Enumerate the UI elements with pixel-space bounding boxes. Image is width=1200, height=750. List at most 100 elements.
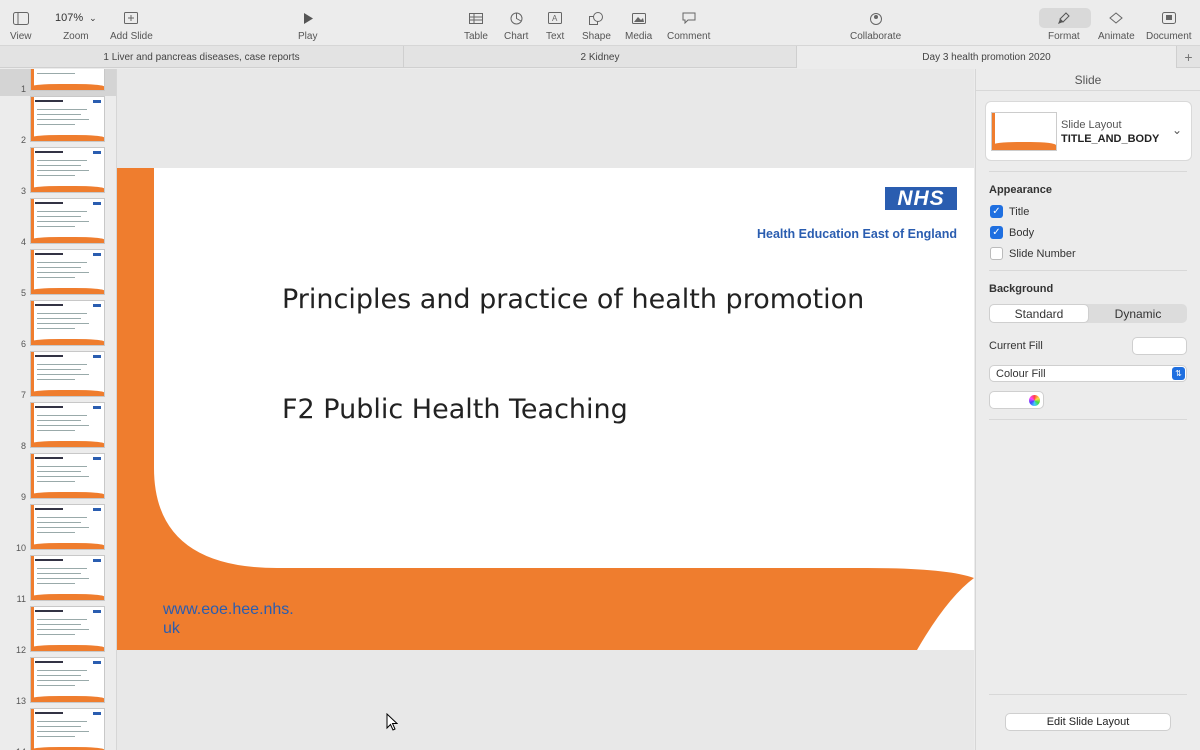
slide-number: 8 [20,441,26,451]
title-checkbox[interactable]: ✓ Title [990,205,1029,218]
chart-button[interactable]: Chart [504,8,528,42]
slide-thumbnail[interactable] [30,69,105,91]
slide-thumbnail-row[interactable]: 2 [0,96,116,147]
chevron-down-icon: ⌄ [89,12,97,23]
color-well[interactable] [989,391,1044,409]
text-box-icon: A [548,8,563,28]
slide-thumbnail[interactable] [30,555,105,601]
divider [989,270,1187,271]
zoom-control[interactable]: 107% ⌄ Zoom [55,8,97,42]
play-icon [303,8,313,28]
current-slide[interactable]: NHS Health Education East of England Pri… [117,168,974,650]
slide-thumbnail-row[interactable]: 14 [0,708,116,750]
slide-thumbnail[interactable] [30,453,105,499]
add-slide-button[interactable]: Add Slide [110,8,153,42]
document-button[interactable]: Document [1146,8,1192,42]
table-label: Table [464,31,488,42]
layout-label: Slide Layout [1061,119,1122,131]
slide-thumbnail[interactable] [30,96,105,142]
slide-title[interactable]: Principles and practice of health promot… [282,284,864,315]
slide-thumbnail[interactable] [30,606,105,652]
format-button[interactable]: Format [1048,8,1080,42]
animate-label: Animate [1098,31,1135,42]
media-icon [631,8,646,28]
fill-type-value: Colour Fill [996,367,1046,380]
sidebar-icon [12,8,29,28]
background-heading: Background [989,283,1054,295]
slide-thumbnail[interactable] [30,300,105,346]
paintbrush-icon [1057,8,1071,28]
standard-option[interactable]: Standard [989,304,1089,323]
current-fill-swatch[interactable] [1132,337,1187,355]
slide-number: 9 [20,492,26,502]
slide-thumbnail-row[interactable]: 13 [0,657,116,708]
tab-health-promotion[interactable]: Day 3 health promotion 2020 [797,46,1177,68]
slide-thumbnail-row[interactable]: 8 [0,402,116,453]
body-checkbox-label: Body [1009,226,1035,239]
updown-arrows-icon: ⇅ [1172,367,1185,380]
slide-thumbnail[interactable] [30,147,105,193]
slide-thumbnail-row[interactable]: 9 [0,453,116,504]
slide-thumbnail-row[interactable]: 6 [0,300,116,351]
slide-url[interactable]: www.eoe.hee.nhs. uk [163,600,313,638]
nhs-logo: NHS [885,187,957,210]
new-tab-button[interactable]: + [1177,46,1200,68]
add-slide-icon [124,8,139,28]
slide-number-checkbox[interactable]: Slide Number [990,247,1076,260]
layout-name: TITLE_AND_BODY [1061,133,1160,145]
zoom-label: Zoom [63,31,89,42]
animate-button[interactable]: Animate [1098,8,1135,42]
appearance-heading: Appearance [989,184,1052,196]
document-label: Document [1146,31,1192,42]
table-button[interactable]: Table [464,8,488,42]
slide-thumbnail[interactable] [30,402,105,448]
fill-type-select[interactable]: Colour Fill ⇅ [989,365,1187,382]
collaborate-button[interactable]: Collaborate [850,8,901,42]
dynamic-option[interactable]: Dynamic [1089,304,1187,323]
checkmark-icon: ✓ [990,226,1003,239]
slide-number: 7 [20,390,26,400]
document-tabs: 1 Liver and pancreas diseases, case repo… [0,46,1200,68]
chart-icon [510,8,523,28]
slide-thumbnail[interactable] [30,708,105,750]
slide-thumbnail[interactable] [30,504,105,550]
slide-thumbnail-row[interactable]: 11 [0,555,116,606]
slide-number: 12 [15,645,26,655]
media-button[interactable]: Media [625,8,652,42]
slide-thumbnail-row[interactable]: 10 [0,504,116,555]
slide-thumbnail-row[interactable]: 3 [0,147,116,198]
slide-thumbnail[interactable] [30,249,105,295]
chevron-down-icon: ⌄ [1171,123,1182,137]
slide-thumbnail-row[interactable]: 1 [0,69,116,96]
shape-icon [589,8,604,28]
slide-thumbnail[interactable] [30,198,105,244]
shape-label: Shape [582,31,611,42]
mouse-pointer-icon [386,713,398,731]
collaborate-icon [869,8,883,28]
slide-thumbnail-row[interactable]: 12 [0,606,116,657]
slide-layout-selector[interactable]: Slide Layout TITLE_AND_BODY ⌄ [985,101,1192,161]
comment-button[interactable]: Comment [667,8,710,42]
divider [989,171,1187,172]
divider [989,694,1187,695]
edit-slide-layout-button[interactable]: Edit Slide Layout [1005,713,1171,731]
slide-body[interactable]: F2 Public Health Teaching [282,394,628,425]
inspector-header: Slide [976,69,1200,91]
animate-icon [1108,8,1124,28]
slide-thumbnail-row[interactable]: 5 [0,249,116,300]
tab-liver-pancreas[interactable]: 1 Liver and pancreas diseases, case repo… [0,46,404,68]
tab-kidney[interactable]: 2 Kidney [404,46,797,68]
tab-label: 1 Liver and pancreas diseases, case repo… [103,51,300,63]
slide-thumbnail-row[interactable]: 7 [0,351,116,402]
view-button[interactable]: View [10,8,32,42]
slide-thumbnail[interactable] [30,351,105,397]
body-checkbox[interactable]: ✓ Body [990,226,1034,239]
text-button[interactable]: A Text [546,8,564,42]
chart-label: Chart [504,31,529,42]
divider [989,419,1187,420]
empty-checkbox-icon [990,247,1003,260]
slide-thumbnail-row[interactable]: 4 [0,198,116,249]
play-button[interactable]: Play [298,8,317,42]
slide-thumbnail[interactable] [30,657,105,703]
shape-button[interactable]: Shape [582,8,611,42]
